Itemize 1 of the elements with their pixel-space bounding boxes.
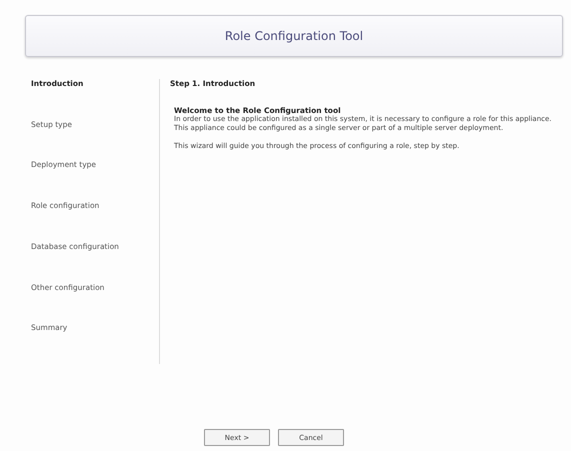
window-title: Role Configuration Tool (224, 29, 364, 43)
